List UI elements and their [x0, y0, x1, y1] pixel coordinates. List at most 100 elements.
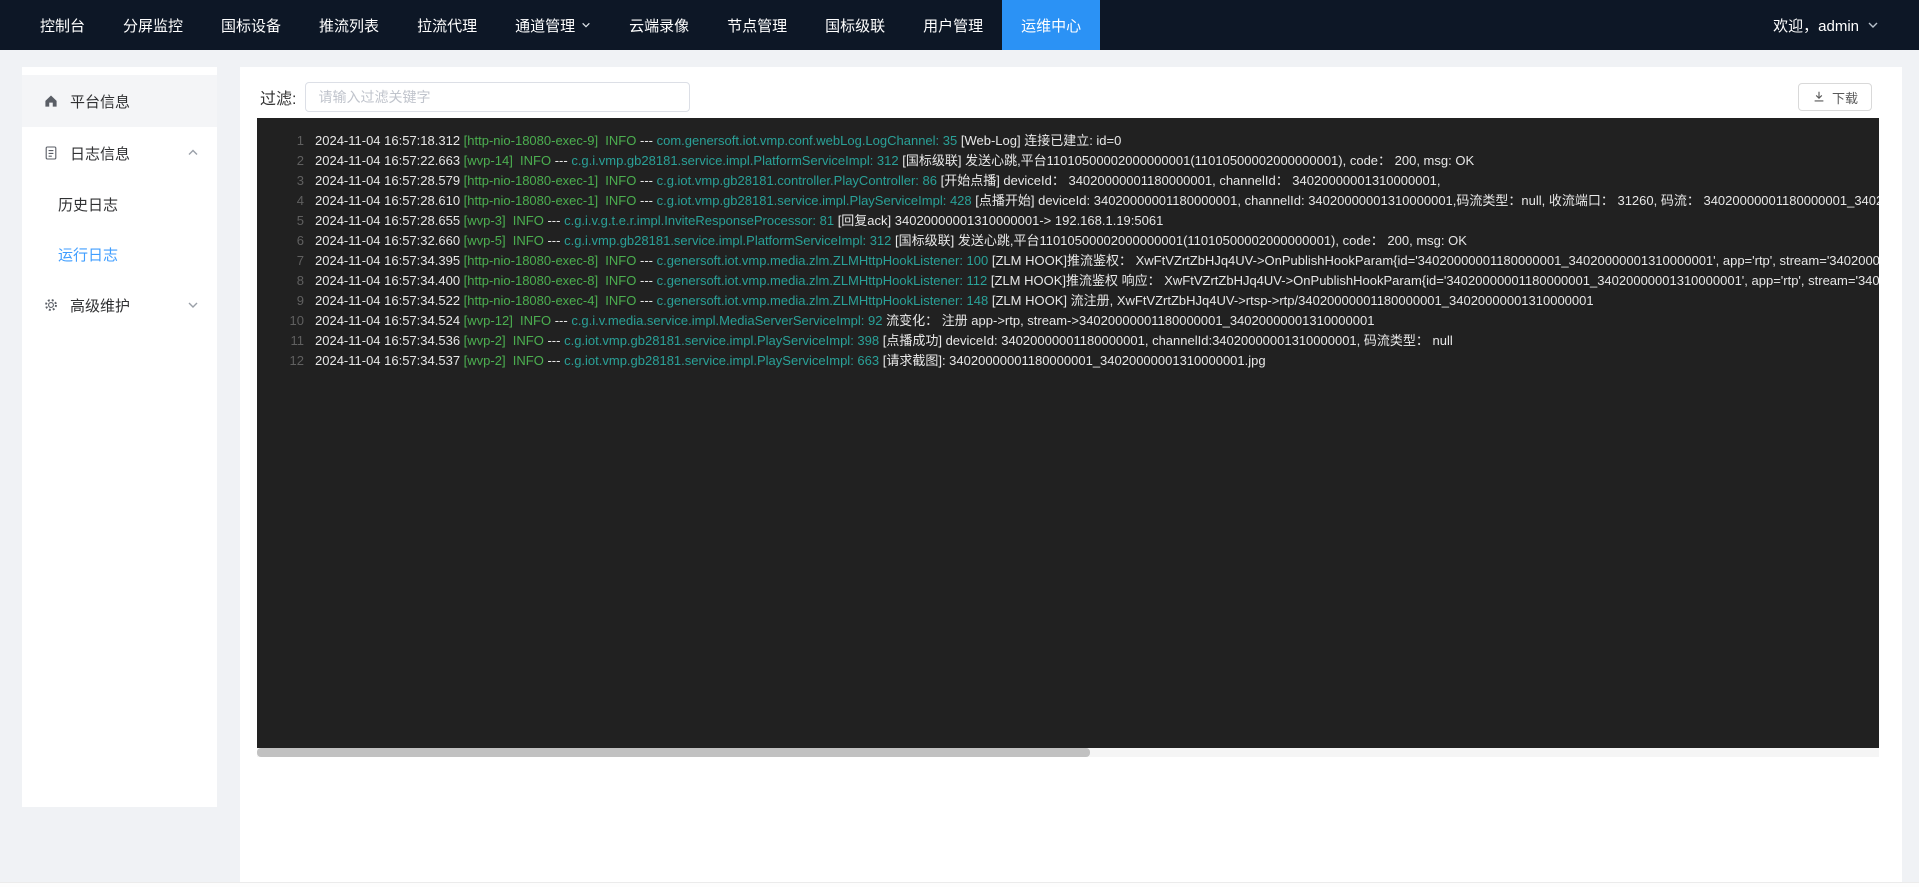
log-console[interactable]: 12024-11-04 16:57:18.312 [http-nio-18080…: [257, 118, 1879, 748]
log-segment: ---: [547, 233, 564, 248]
nav-tab-cloud-record[interactable]: 云端录像: [610, 0, 708, 50]
log-line-number: 1: [257, 131, 315, 151]
log-segment: 2024-11-04 16:57:18.312: [315, 133, 464, 148]
log-segment: [wvp-3] INFO: [464, 213, 548, 228]
log-line-number: 3: [257, 171, 315, 191]
nav-tab-push-stream-list[interactable]: 推流列表: [300, 0, 398, 50]
log-segment: [http-nio-18080-exec-1] INFO: [464, 193, 640, 208]
log-segment: [Web-Log] 连接已建立: id=0: [961, 133, 1122, 148]
log-line-number: 9: [257, 291, 315, 311]
sidebar-subitem-label: 历史日志: [58, 194, 118, 215]
log-line-number: 7: [257, 251, 315, 271]
log-segment: ---: [640, 193, 657, 208]
nav-tab-channel-manage[interactable]: 通道管理: [496, 0, 610, 50]
log-line: 112024-11-04 16:57:34.536 [wvp-2] INFO -…: [257, 331, 1879, 351]
log-line: 32024-11-04 16:57:28.579 [http-nio-18080…: [257, 171, 1879, 191]
chevron-down-icon: [1867, 19, 1879, 31]
log-segment: 2024-11-04 16:57:28.655: [315, 213, 464, 228]
log-segment: [wvp-14] INFO: [464, 153, 555, 168]
log-segment: ---: [547, 333, 564, 348]
log-segment: c.g.iot.vmp.gb28181.controller.PlayContr…: [657, 173, 941, 188]
log-segment: 2024-11-04 16:57:34.524: [315, 313, 464, 328]
log-segment: c.genersoft.iot.vmp.media.zlm.ZLMHttpHoo…: [657, 253, 992, 268]
log-segment: [ZLM HOOK]推流鉴权： XwFtVZrtZbHJq4UV->OnPubl…: [992, 253, 1879, 268]
log-segment: c.g.iot.vmp.gb28181.service.impl.PlaySer…: [657, 193, 976, 208]
log-line-number: 4: [257, 191, 315, 211]
nav-tab-ops-center[interactable]: 运维中心: [1002, 0, 1100, 50]
sidebar-item-label: 日志信息: [70, 143, 130, 164]
log-segment: [http-nio-18080-exec-8] INFO: [464, 273, 640, 288]
nav-tab-console[interactable]: 控制台: [21, 0, 104, 50]
log-segment: [wvp-2] INFO: [464, 333, 548, 348]
log-segment: c.genersoft.iot.vmp.media.zlm.ZLMHttpHoo…: [657, 273, 991, 288]
log-segment: c.g.i.vmp.gb28181.service.impl.PlatformS…: [564, 233, 895, 248]
log-segment: [http-nio-18080-exec-9] INFO: [464, 133, 640, 148]
sidebar-item-label: 平台信息: [70, 91, 130, 112]
log-segment: 2024-11-04 16:57:28.610: [315, 193, 464, 208]
log-segment: c.g.iot.vmp.gb28181.service.impl.PlaySer…: [564, 333, 883, 348]
sidebar-subitem-runtime-log[interactable]: 运行日志: [22, 229, 217, 279]
log-segment: c.g.i.v.g.t.e.r.impl.InviteResponseProce…: [564, 213, 838, 228]
download-icon: [1812, 90, 1826, 104]
log-segment: 2024-11-04 16:57:32.660: [315, 233, 464, 248]
log-line: 12024-11-04 16:57:18.312 [http-nio-18080…: [257, 131, 1879, 151]
chevron-down-icon: [581, 20, 591, 30]
log-segment: 2024-11-04 16:57:34.537: [315, 353, 464, 368]
sidebar-item-advanced-maintenance[interactable]: 高级维护: [22, 279, 217, 331]
nav-tab-pull-stream-proxy[interactable]: 拉流代理: [398, 0, 496, 50]
gear-icon: [43, 297, 59, 313]
log-line-number: 6: [257, 231, 315, 251]
log-segment: c.g.iot.vmp.gb28181.service.impl.PlaySer…: [564, 353, 883, 368]
log-segment: ---: [547, 353, 564, 368]
log-segment: [http-nio-18080-exec-4] INFO: [464, 293, 640, 308]
nav-tab-user-manage[interactable]: 用户管理: [904, 0, 1002, 50]
log-segment: [点播开始] deviceId: 34020000001180000001, c…: [975, 193, 1879, 208]
log-segment: ---: [555, 313, 572, 328]
scrollbar-thumb[interactable]: [257, 748, 1090, 757]
log-line-number: 8: [257, 271, 315, 291]
log-line-number: 2: [257, 151, 315, 171]
nav-tab-label: 通道管理: [515, 15, 575, 36]
sidebar-subitem-label: 运行日志: [58, 244, 118, 265]
nav-tab-label: 运维中心: [1021, 15, 1081, 36]
log-segment: ---: [640, 293, 657, 308]
download-button[interactable]: 下载: [1798, 83, 1872, 111]
log-segment: c.genersoft.iot.vmp.media.zlm.ZLMHttpHoo…: [657, 293, 992, 308]
log-line: 82024-11-04 16:57:34.400 [http-nio-18080…: [257, 271, 1879, 291]
log-segment: ---: [640, 133, 657, 148]
filter-row: 过滤: 下载: [240, 81, 1902, 113]
log-segment: 2024-11-04 16:57:28.579: [315, 173, 464, 188]
sidebar-item-platform-info[interactable]: 平台信息: [22, 75, 217, 127]
log-segment: ---: [547, 213, 564, 228]
document-icon: [43, 145, 59, 161]
user-menu[interactable]: 欢迎，admin: [1773, 0, 1919, 50]
log-line: 52024-11-04 16:57:28.655 [wvp-3] INFO --…: [257, 211, 1879, 231]
nav-tab-label: 推流列表: [319, 15, 379, 36]
log-segment: ---: [555, 153, 572, 168]
page-bottom-edge: [0, 882, 1919, 887]
nav-tab-gb-cascade[interactable]: 国标级联: [806, 0, 904, 50]
log-segment: c.g.i.vmp.gb28181.service.impl.PlatformS…: [571, 153, 902, 168]
nav-tab-label: 云端录像: [629, 15, 689, 36]
log-segment: [点播成功] deviceId: 34020000001180000001, c…: [883, 333, 1453, 348]
nav-tab-split-screen-monitor[interactable]: 分屏监控: [104, 0, 202, 50]
log-segment: [wvp-2] INFO: [464, 353, 548, 368]
filter-label: 过滤:: [260, 85, 296, 109]
nav-tab-label: 拉流代理: [417, 15, 477, 36]
sidebar-subitem-history-log[interactable]: 历史日志: [22, 179, 217, 229]
filter-input[interactable]: [305, 82, 690, 112]
chevron-up-icon: [187, 147, 199, 159]
log-segment: ---: [640, 173, 657, 188]
nav-tab-label: 国标设备: [221, 15, 281, 36]
sidebar-item-log-info[interactable]: 日志信息: [22, 127, 217, 179]
log-line: 122024-11-04 16:57:34.537 [wvp-2] INFO -…: [257, 351, 1879, 371]
log-segment: 2024-11-04 16:57:34.522: [315, 293, 464, 308]
log-segment: [wvp-12] INFO: [464, 313, 555, 328]
nav-tab-node-manage[interactable]: 节点管理: [708, 0, 806, 50]
nav-tab-gb-device[interactable]: 国标设备: [202, 0, 300, 50]
log-segment: ---: [640, 273, 657, 288]
horizontal-scrollbar[interactable]: [257, 748, 1879, 757]
log-segment: [请求截图]: 34020000001180000001_34020000001…: [883, 353, 1266, 368]
home-icon: [43, 93, 59, 109]
log-segment: [ZLM HOOK] 流注册, XwFtVZrtZbHJq4UV->rtsp->…: [992, 293, 1594, 308]
